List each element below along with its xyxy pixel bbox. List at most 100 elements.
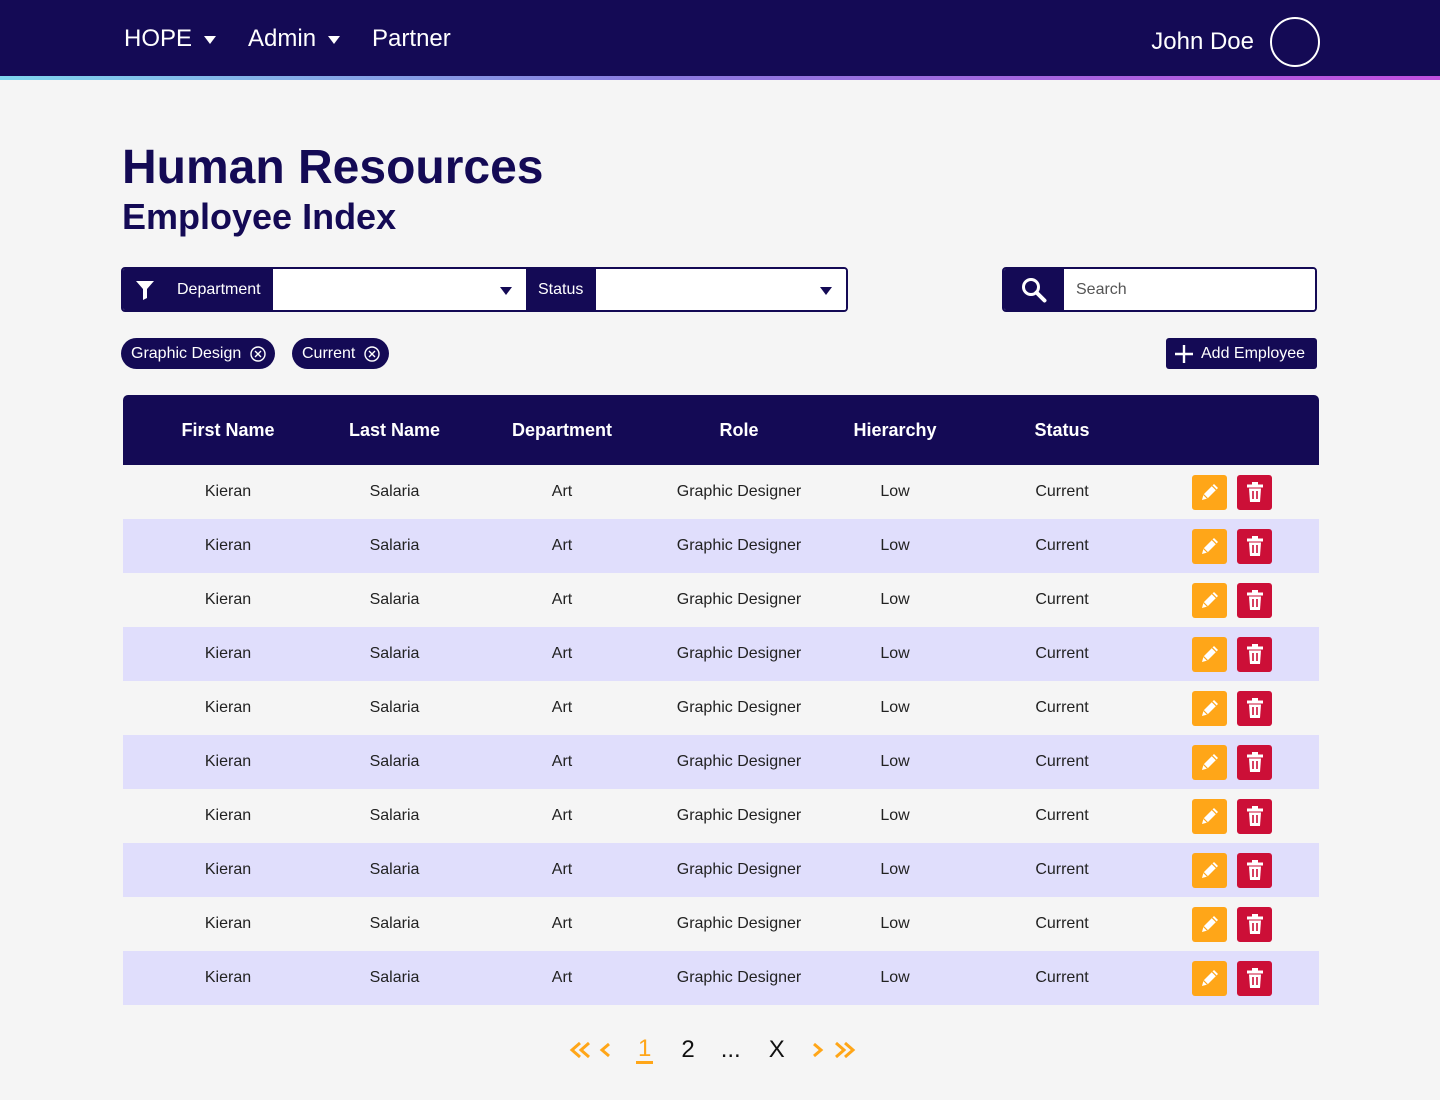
table-row: Kieran Salaria Art Graphic Designer Low Curre…: [123, 465, 1319, 519]
table-cell: Art: [551, 591, 573, 608]
edit-button[interactable]: [1192, 528, 1227, 564]
delete-button[interactable]: [1237, 636, 1272, 672]
edit-button[interactable]: [1192, 690, 1227, 726]
delete-button[interactable]: [1237, 690, 1272, 726]
table-cell: Current: [1035, 753, 1089, 770]
edit-button[interactable]: [1192, 582, 1227, 618]
active-filter-chip: Current: [292, 338, 390, 369]
filter-bar: Department Status: [121, 267, 848, 312]
trash-icon: [1245, 481, 1265, 503]
user-menu[interactable]: John Doe: [1151, 17, 1320, 67]
table-cell: Graphic Designer: [676, 753, 802, 770]
delete-button[interactable]: [1237, 528, 1272, 564]
edit-button[interactable]: [1192, 636, 1227, 672]
search-input[interactable]: [1064, 269, 1315, 310]
trash-icon: [1245, 589, 1265, 611]
table-row: Kieran Salaria Art Graphic Designer Low Curre…: [123, 681, 1319, 735]
pencil-icon: [1199, 481, 1221, 503]
edit-button[interactable]: [1192, 906, 1227, 942]
caret-down-icon: [820, 287, 832, 295]
column-header[interactable]: Role: [668, 420, 810, 441]
edit-button[interactable]: [1192, 852, 1227, 888]
table-cell: Art: [551, 483, 573, 500]
table-cell: Current: [1035, 915, 1089, 932]
pencil-icon: [1199, 913, 1221, 935]
status-select[interactable]: [596, 269, 846, 310]
table-cell: Low: [880, 537, 910, 554]
nav-item-partner[interactable]: Partner: [372, 25, 451, 53]
column-header[interactable]: Status: [980, 420, 1144, 441]
pencil-icon: [1199, 751, 1221, 773]
table-cell: Low: [880, 861, 910, 878]
trash-icon: [1245, 751, 1265, 773]
table-row: Kieran Salaria Art Graphic Designer Low Curre…: [123, 735, 1319, 789]
navbar-accent-line: [0, 76, 1440, 80]
top-navbar: HOPE Admin Partner John Doe: [0, 0, 1440, 78]
page-subtitle: Employee Index: [122, 196, 397, 237]
edit-button[interactable]: [1192, 744, 1227, 780]
pencil-icon: [1199, 967, 1221, 989]
trash-icon: [1245, 805, 1265, 827]
column-header[interactable]: First Name: [123, 420, 333, 441]
delete-button[interactable]: [1237, 852, 1272, 888]
table-cell: Art: [551, 699, 573, 716]
table-cell: Art: [551, 537, 573, 554]
next-page-button[interactable]: [811, 1040, 825, 1060]
table-cell: Graphic Designer: [676, 483, 802, 500]
edit-button[interactable]: [1192, 474, 1227, 510]
table-cell: Current: [1035, 969, 1089, 986]
delete-button[interactable]: [1237, 960, 1272, 996]
nav-item-admin[interactable]: Admin: [248, 25, 341, 53]
chevron-right-icon: [812, 1042, 824, 1058]
delete-button[interactable]: [1237, 744, 1272, 780]
first-page-button[interactable]: [568, 1040, 592, 1060]
delete-button[interactable]: [1237, 906, 1272, 942]
pencil-icon: [1199, 535, 1221, 557]
column-header[interactable]: Department: [456, 420, 668, 441]
table-cell: Current: [1035, 483, 1089, 500]
table-cell: Low: [880, 969, 910, 986]
circle-x-icon[interactable]: [250, 345, 266, 362]
table-cell: Current: [1035, 591, 1089, 608]
table-header: First Name Last Name Department Role Hie…: [123, 395, 1319, 465]
table-body: Kieran Salaria Art Graphic Designer Low Curre…: [123, 465, 1319, 1005]
nav-item-label: HOPE: [124, 25, 193, 52]
prev-page-button[interactable]: [598, 1040, 612, 1060]
add-employee-button[interactable]: Add Employee: [1166, 338, 1317, 369]
table-cell: Art: [551, 753, 573, 770]
delete-button[interactable]: [1237, 798, 1272, 834]
nav-item-hope[interactable]: HOPE: [124, 25, 217, 53]
table-cell: Art: [551, 969, 573, 986]
page-number-last[interactable]: X: [769, 1036, 785, 1064]
table-cell: Low: [880, 645, 910, 662]
table-cell: Salaria: [369, 861, 420, 878]
page-number[interactable]: 2: [681, 1036, 694, 1064]
trash-icon: [1245, 859, 1265, 881]
table-cell: Salaria: [369, 807, 420, 824]
department-filter-label: Department: [167, 269, 273, 310]
page-number-current[interactable]: 1: [636, 1036, 654, 1064]
delete-button[interactable]: [1237, 582, 1272, 618]
table-cell: Graphic Designer: [676, 807, 802, 824]
edit-button[interactable]: [1192, 960, 1227, 996]
table-cell: Graphic Designer: [676, 645, 802, 662]
table-cell: Kieran: [204, 861, 252, 878]
department-select[interactable]: [273, 269, 526, 310]
pencil-icon: [1199, 859, 1221, 881]
table-cell: Kieran: [204, 591, 252, 608]
column-header[interactable]: Hierarchy: [810, 420, 980, 441]
delete-button[interactable]: [1237, 474, 1272, 510]
nav-item-label: Partner: [372, 25, 451, 52]
edit-button[interactable]: [1192, 798, 1227, 834]
last-page-button[interactable]: [833, 1040, 857, 1060]
avatar[interactable]: [1270, 17, 1320, 67]
search-button[interactable]: [1004, 269, 1064, 310]
table-cell: Kieran: [204, 807, 252, 824]
circle-x-icon[interactable]: [364, 345, 381, 362]
pencil-icon: [1199, 643, 1221, 665]
table-cell: Kieran: [204, 483, 252, 500]
column-header[interactable]: Last Name: [333, 420, 456, 441]
employee-table: First Name Last Name Department Role Hie…: [123, 395, 1319, 1005]
table-cell: Low: [880, 699, 910, 716]
table-cell: Art: [551, 807, 573, 824]
